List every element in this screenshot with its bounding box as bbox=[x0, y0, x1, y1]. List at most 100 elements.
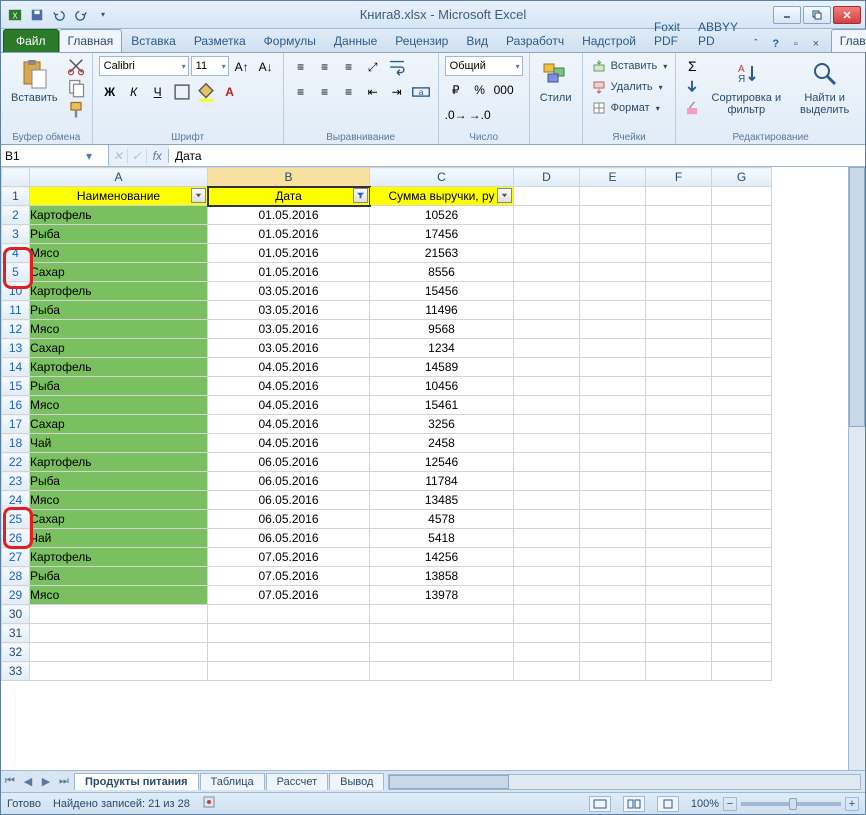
cell[interactable] bbox=[580, 206, 646, 225]
cell[interactable]: 2458 bbox=[370, 434, 514, 453]
cell[interactable]: 15456 bbox=[370, 282, 514, 301]
copy-icon[interactable] bbox=[66, 78, 86, 98]
cell[interactable]: 04.05.2016 bbox=[208, 358, 370, 377]
cell[interactable] bbox=[712, 643, 772, 662]
row-header[interactable]: 31 bbox=[2, 624, 30, 643]
ribbon-tab[interactable]: Рецензир bbox=[386, 29, 457, 52]
sheet-tab[interactable]: Таблица bbox=[200, 773, 265, 790]
cell[interactable] bbox=[580, 415, 646, 434]
cell[interactable] bbox=[514, 415, 580, 434]
minimize-ribbon-icon[interactable]: ˆ bbox=[747, 36, 765, 52]
cell[interactable]: 01.05.2016 bbox=[208, 263, 370, 282]
page-layout-view-icon[interactable] bbox=[623, 796, 645, 812]
row-header[interactable]: 5 bbox=[2, 263, 30, 282]
cell[interactable] bbox=[646, 320, 712, 339]
cell[interactable] bbox=[514, 510, 580, 529]
cell[interactable]: Рыба bbox=[30, 225, 208, 244]
cell[interactable] bbox=[370, 643, 514, 662]
cell[interactable] bbox=[514, 225, 580, 244]
currency-icon[interactable]: ₽ bbox=[445, 79, 467, 101]
cell[interactable] bbox=[580, 339, 646, 358]
italic-icon[interactable]: К bbox=[123, 81, 145, 103]
cell[interactable] bbox=[30, 662, 208, 681]
cell[interactable] bbox=[580, 567, 646, 586]
cell[interactable] bbox=[514, 605, 580, 624]
filter-button-A[interactable] bbox=[191, 188, 206, 203]
indent-dec-icon[interactable]: ⇤ bbox=[362, 81, 384, 103]
cut-icon[interactable] bbox=[66, 56, 86, 76]
cell[interactable] bbox=[646, 225, 712, 244]
cell[interactable]: 04.05.2016 bbox=[208, 377, 370, 396]
tab-nav-next-icon[interactable]: ▶ bbox=[37, 773, 55, 791]
cell[interactable] bbox=[646, 187, 712, 206]
cell[interactable] bbox=[712, 244, 772, 263]
cell[interactable] bbox=[580, 624, 646, 643]
cell[interactable]: 13485 bbox=[370, 491, 514, 510]
col-header-C[interactable]: C bbox=[370, 168, 514, 187]
cell[interactable] bbox=[580, 282, 646, 301]
number-format-combo[interactable]: Общий bbox=[445, 56, 523, 76]
cell[interactable] bbox=[646, 491, 712, 510]
cell[interactable] bbox=[712, 225, 772, 244]
sort-filter-button[interactable]: АЯ Сортировка и фильтр bbox=[706, 56, 786, 118]
indent-inc-icon[interactable]: ⇥ bbox=[386, 81, 408, 103]
cell[interactable]: Сахар bbox=[30, 415, 208, 434]
cell[interactable] bbox=[514, 567, 580, 586]
cell[interactable] bbox=[580, 491, 646, 510]
cell[interactable] bbox=[712, 415, 772, 434]
cell[interactable] bbox=[580, 187, 646, 206]
zoom-out-icon[interactable]: − bbox=[723, 797, 737, 811]
cell[interactable] bbox=[514, 662, 580, 681]
row-header[interactable]: 10 bbox=[2, 282, 30, 301]
row-header[interactable]: 32 bbox=[2, 643, 30, 662]
cell[interactable] bbox=[514, 339, 580, 358]
autosum-icon[interactable]: Σ bbox=[682, 56, 702, 76]
table-header-name[interactable]: Наименование bbox=[30, 187, 208, 206]
col-header-G[interactable]: G bbox=[712, 168, 772, 187]
row-header[interactable]: 18 bbox=[2, 434, 30, 453]
horizontal-scrollbar[interactable] bbox=[388, 774, 861, 790]
inc-decimal-icon[interactable]: .0→ bbox=[445, 104, 467, 126]
fx-icon[interactable]: fx bbox=[147, 149, 169, 163]
cell[interactable] bbox=[580, 320, 646, 339]
format-painter-icon[interactable] bbox=[66, 100, 86, 120]
align-middle-icon[interactable]: ≡ bbox=[314, 56, 336, 78]
cell[interactable] bbox=[370, 662, 514, 681]
col-header-F[interactable]: F bbox=[646, 168, 712, 187]
cell[interactable]: Рыба bbox=[30, 377, 208, 396]
ribbon-tab[interactable]: Разработч bbox=[497, 29, 573, 52]
row-header[interactable]: 2 bbox=[2, 206, 30, 225]
filter-button-B[interactable] bbox=[353, 188, 368, 203]
cell[interactable] bbox=[514, 320, 580, 339]
cell[interactable] bbox=[514, 491, 580, 510]
cell[interactable]: 07.05.2016 bbox=[208, 548, 370, 567]
cell[interactable] bbox=[646, 282, 712, 301]
cell[interactable]: 01.05.2016 bbox=[208, 225, 370, 244]
cell[interactable]: Картофель bbox=[30, 206, 208, 225]
cell[interactable]: 06.05.2016 bbox=[208, 491, 370, 510]
cell[interactable]: 04.05.2016 bbox=[208, 415, 370, 434]
cell[interactable] bbox=[646, 548, 712, 567]
cell[interactable] bbox=[646, 339, 712, 358]
redo-icon[interactable] bbox=[71, 5, 91, 25]
clear-icon[interactable] bbox=[682, 98, 702, 118]
cell[interactable]: 06.05.2016 bbox=[208, 472, 370, 491]
merge-icon[interactable]: a bbox=[410, 81, 432, 103]
qat-dropdown-icon[interactable]: ▾ bbox=[93, 5, 113, 25]
cancel-formula-icon[interactable]: ✕ bbox=[109, 149, 128, 163]
cell[interactable] bbox=[30, 624, 208, 643]
cell[interactable] bbox=[712, 662, 772, 681]
cell[interactable]: Чай bbox=[30, 434, 208, 453]
align-left-icon[interactable]: ≡ bbox=[290, 81, 312, 103]
format-cells-button[interactable]: Формат▾ bbox=[589, 98, 662, 118]
cell[interactable] bbox=[646, 377, 712, 396]
cell[interactable] bbox=[712, 263, 772, 282]
cell[interactable]: 03.05.2016 bbox=[208, 301, 370, 320]
cell[interactable] bbox=[580, 472, 646, 491]
cell[interactable] bbox=[646, 529, 712, 548]
cell[interactable] bbox=[514, 472, 580, 491]
row-header[interactable]: 4 bbox=[2, 244, 30, 263]
ribbon-tab[interactable]: Главная bbox=[59, 29, 123, 52]
cell[interactable]: 07.05.2016 bbox=[208, 567, 370, 586]
ribbon-tab[interactable]: Разметка bbox=[185, 29, 255, 52]
